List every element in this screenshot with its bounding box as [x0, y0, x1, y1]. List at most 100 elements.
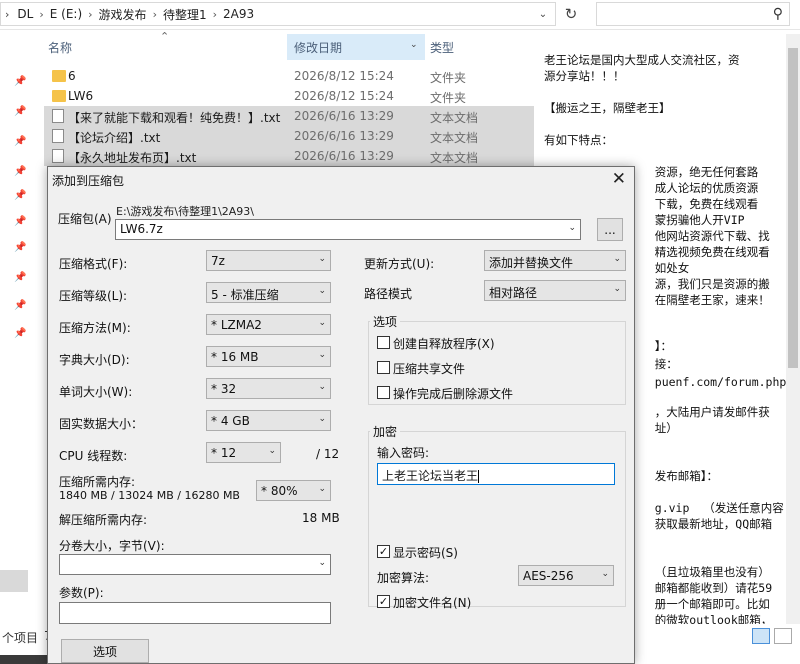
column-header-date[interactable]: 修改日期: [294, 34, 342, 60]
file-date: 2026/6/16 13:29: [294, 129, 394, 143]
archive-name-combo[interactable]: LW6.7z ⌄: [115, 219, 581, 240]
delete-source-label: 操作完成后删除源文件: [393, 387, 514, 401]
text-cursor: [478, 470, 480, 483]
chevron-down-icon[interactable]: ⌄: [532, 3, 554, 25]
show-password-checkbox[interactable]: ✓: [377, 545, 390, 558]
chevron-left-icon: ›: [5, 7, 10, 21]
breadcrumb-item[interactable]: E (E:): [50, 7, 82, 21]
column-header-type[interactable]: 类型: [430, 34, 454, 60]
chevron-down-icon: ⌄: [318, 286, 326, 296]
chevron-down-icon: ⌄: [601, 569, 609, 579]
cpu-select[interactable]: * 12 ⌄: [206, 442, 281, 463]
breadcrumb-item[interactable]: DL: [17, 7, 33, 21]
sfx-label: 创建自释放程序(X): [393, 337, 495, 351]
file-date: 2026/8/12 15:24: [294, 69, 394, 83]
encryption-group-title: 加密: [370, 423, 401, 440]
show-password-label: 显示密码(S): [393, 546, 458, 560]
path-mode-value: 相对路径: [489, 286, 538, 300]
file-date: 2026/6/16 13:29: [294, 149, 394, 163]
word-label: 单词大小(W):: [59, 385, 133, 399]
shared-checkbox[interactable]: [377, 361, 390, 374]
refresh-icon[interactable]: ↻: [558, 2, 584, 26]
file-row[interactable]: 6 2026/8/12 15:24 文件夹: [44, 66, 534, 86]
sort-up-icon: ⌃: [160, 30, 170, 43]
status-item-count: 个项目: [2, 631, 39, 645]
breadcrumb-item[interactable]: 游戏发布: [99, 6, 147, 23]
dict-label: 字典大小(D):: [59, 353, 130, 367]
taskbar: [0, 655, 48, 664]
preview-line: 有如下特点：: [544, 133, 613, 147]
nav-item-selected[interactable]: [0, 570, 28, 592]
breadcrumb[interactable]: › DL › E (E:) › 游戏发布 › 待整理1 › 2A93: [0, 2, 556, 26]
path-mode-select[interactable]: 相对路径 ⌄: [484, 280, 626, 301]
mem-percent-value: * 80%: [261, 484, 298, 498]
mem-label: 压缩所需内存:: [59, 475, 136, 489]
chevron-right-icon: ›: [88, 7, 93, 21]
archive-label: 压缩包(A): [58, 212, 112, 226]
breadcrumb-item[interactable]: 2A93: [223, 7, 254, 21]
chevron-right-icon: ›: [212, 7, 218, 21]
chevron-down-icon: ⌄: [318, 318, 326, 328]
file-name: 6: [68, 69, 76, 83]
cpu-label: CPU 线程数:: [59, 449, 128, 463]
chevron-down-icon[interactable]: ⌄: [410, 40, 418, 50]
volume-label: 分卷大小，字节(V):: [59, 539, 165, 553]
navigation-pane: 📌 📌 📌 📌 📌 📌 📌 📌 📌 📌: [0, 30, 40, 664]
sfx-checkbox[interactable]: [377, 336, 390, 349]
preview-line: 源分享站！！！: [544, 69, 625, 83]
options-group-title: 选项: [370, 313, 401, 330]
password-input[interactable]: 上老王论坛当老王: [377, 463, 615, 485]
dict-select[interactable]: * 16 MB ⌄: [206, 346, 331, 367]
pin-icon: 📌: [14, 136, 27, 147]
cpu-value: * 12: [211, 446, 237, 460]
text-file-icon: [52, 129, 64, 143]
chevron-down-icon: ⌄: [318, 254, 326, 264]
breadcrumb-item[interactable]: 待整理1: [163, 6, 207, 23]
chevron-down-icon: ⌄: [613, 254, 621, 264]
mem-percent-select[interactable]: * 80% ⌄: [256, 480, 331, 501]
search-input[interactable]: ⚲: [596, 2, 790, 26]
file-type: 文件夹: [430, 91, 467, 105]
update-select[interactable]: 添加并替换文件 ⌄: [484, 250, 626, 271]
address-bar: › DL › E (E:) › 游戏发布 › 待整理1 › 2A93 ⌄ ↻ ⚲: [0, 0, 800, 30]
method-value: * LZMA2: [211, 318, 262, 332]
file-row[interactable]: LW6 2026/8/12 15:24 文件夹: [44, 86, 534, 106]
scrollbar-thumb[interactable]: [788, 48, 798, 368]
params-input[interactable]: [59, 602, 331, 624]
delete-source-checkbox[interactable]: [377, 386, 390, 399]
level-select[interactable]: 5 - 标准压缩 ⌄: [206, 282, 331, 303]
pin-icon: 📌: [14, 76, 27, 87]
encryption-method-value: AES-256: [523, 569, 574, 583]
solid-select[interactable]: * 4 GB ⌄: [206, 410, 331, 431]
encryption-method-label: 加密算法:: [377, 571, 430, 585]
file-name: 【论坛介绍】.txt: [68, 131, 161, 145]
chevron-down-icon: ⌄: [318, 558, 326, 568]
chevron-down-icon: ⌄: [568, 223, 576, 233]
update-value: 添加并替换文件: [489, 256, 574, 270]
file-row[interactable]: 【来了就能下载和观看！纯免费！】.txt 2026/6/16 13:29 文本文…: [44, 106, 534, 126]
column-header-name[interactable]: 名称: [48, 34, 72, 60]
file-name: LW6: [68, 89, 94, 103]
details-view-icon[interactable]: [752, 628, 770, 644]
format-select[interactable]: 7z ⌄: [206, 250, 331, 271]
volume-combo[interactable]: ⌄: [59, 554, 331, 575]
pin-icon: 📌: [14, 272, 27, 283]
encrypt-names-checkbox[interactable]: ✓: [377, 595, 390, 608]
close-icon[interactable]: ✕: [612, 169, 626, 189]
method-select[interactable]: * LZMA2 ⌄: [206, 314, 331, 335]
text-file-icon: [52, 149, 64, 163]
password-label: 输入密码:: [377, 446, 430, 460]
encryption-method-select[interactable]: AES-256 ⌄: [518, 565, 614, 586]
word-select[interactable]: * 32 ⌄: [206, 378, 331, 399]
browse-button[interactable]: ...: [597, 218, 623, 241]
file-row[interactable]: 【论坛介绍】.txt 2026/6/16 13:29 文本文档: [44, 126, 534, 146]
file-type: 文本文档: [430, 111, 479, 125]
search-icon[interactable]: ⚲: [773, 6, 783, 22]
file-row[interactable]: 【永久地址发布页】.txt 2026/6/16 13:29 文本文档: [44, 146, 534, 166]
options-button[interactable]: 选项: [61, 639, 149, 663]
large-icons-view-icon[interactable]: [774, 628, 792, 644]
archive-path: E:\游戏发布\待整理1\2A93\: [116, 205, 254, 218]
view-toggle: [752, 628, 796, 646]
archive-name-value: LW6.7z: [120, 222, 163, 236]
pin-icon: 📌: [14, 106, 27, 117]
